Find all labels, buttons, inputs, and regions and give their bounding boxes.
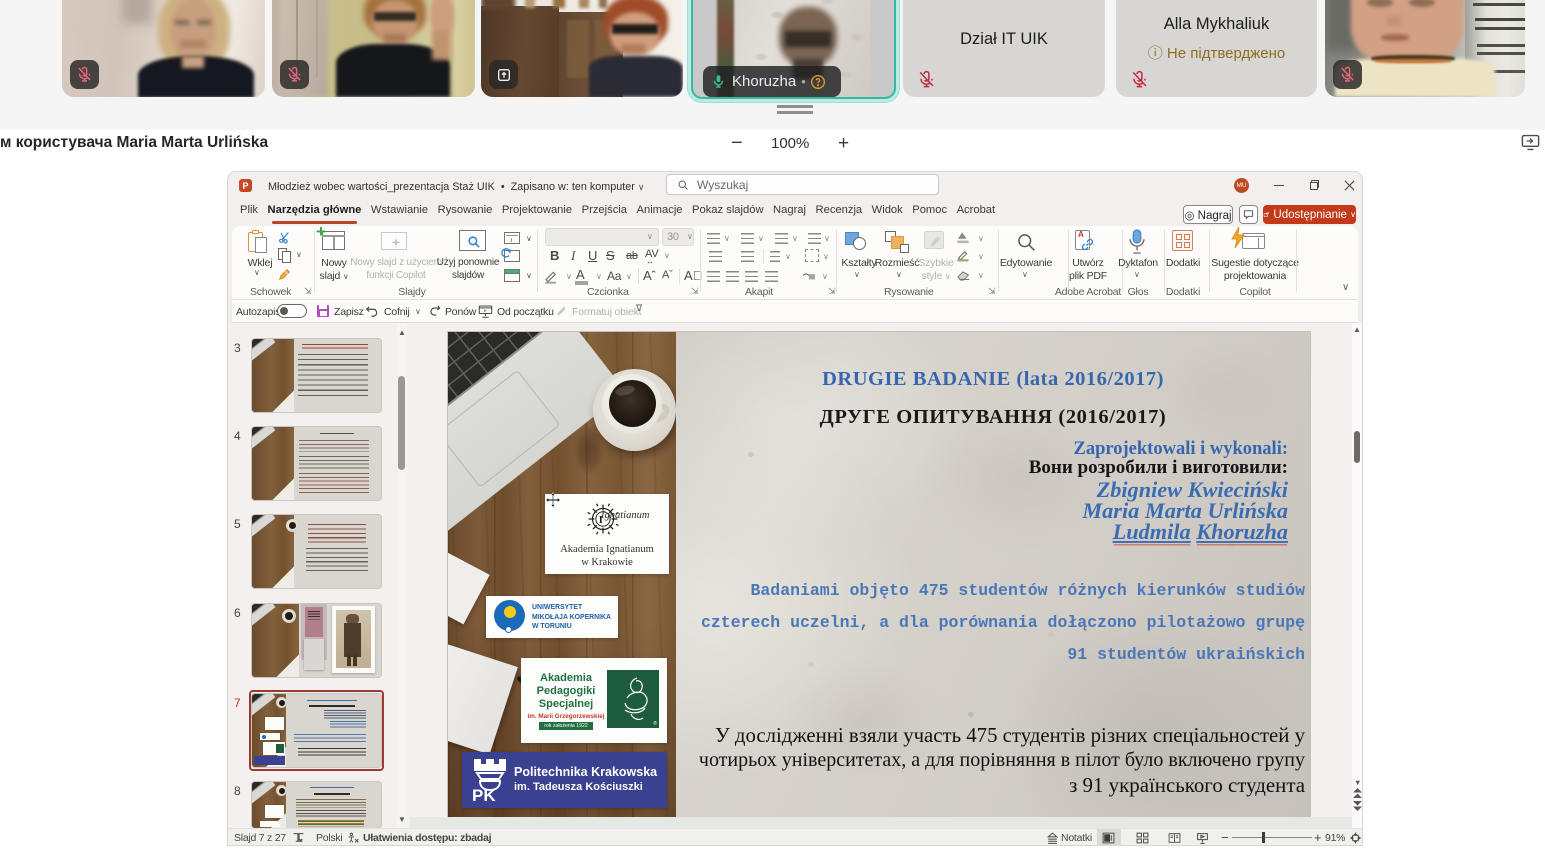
svg-text:PK: PK (472, 786, 496, 803)
